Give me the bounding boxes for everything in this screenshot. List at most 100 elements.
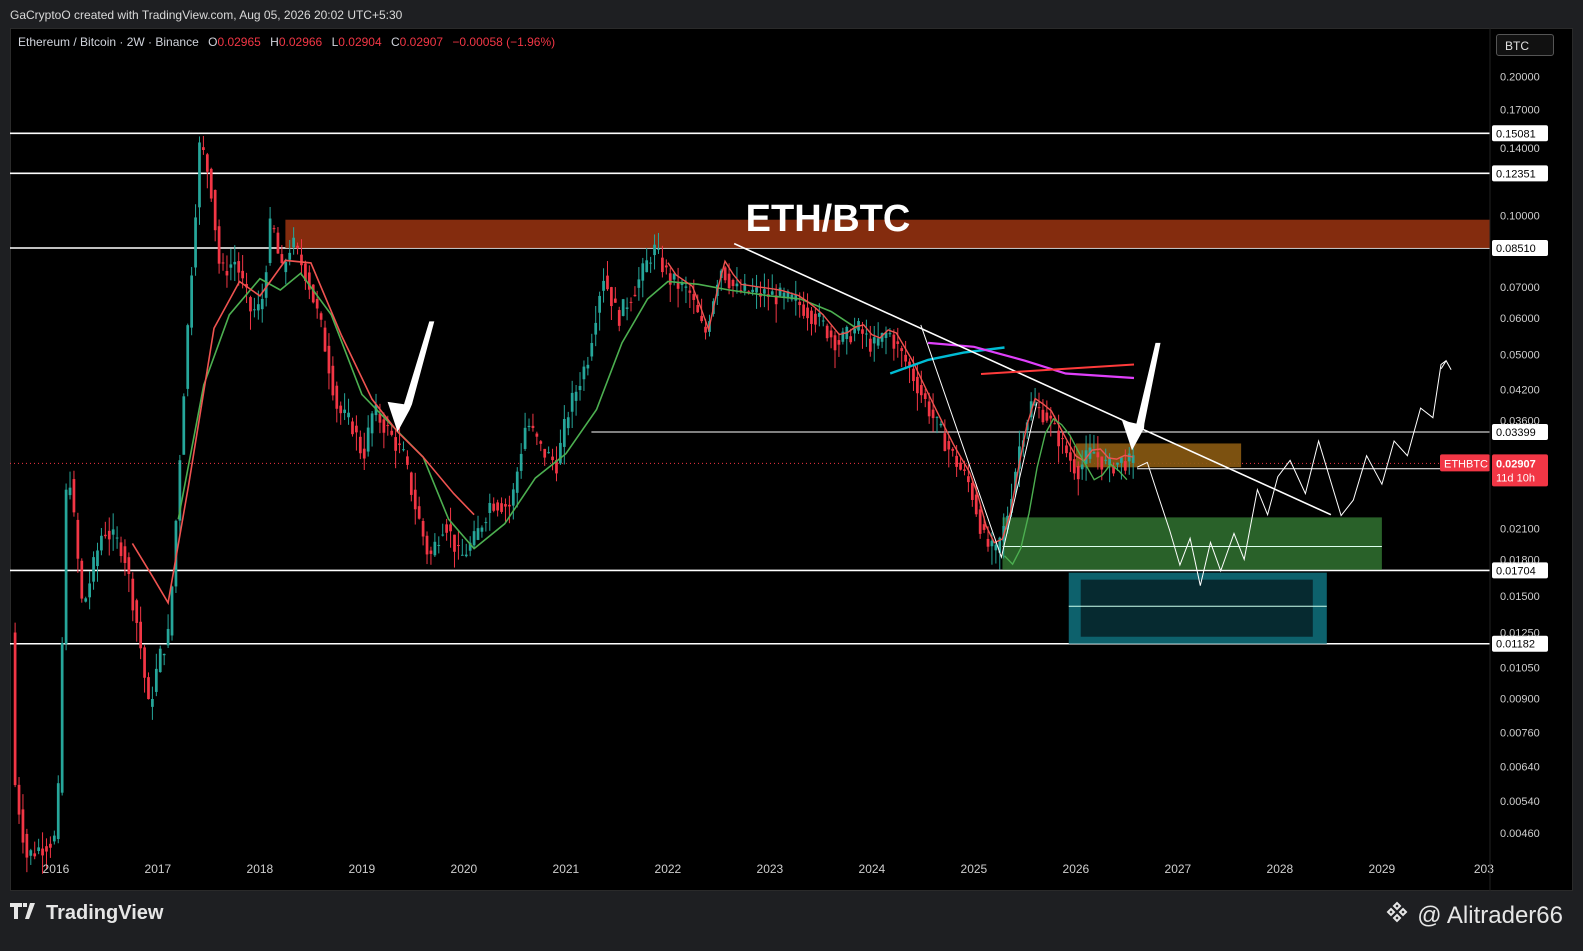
candle-body — [472, 531, 476, 546]
candle-body — [284, 262, 288, 273]
candle-body — [394, 437, 397, 451]
y-tick-label: 0.01800 — [1500, 554, 1540, 566]
binance-icon — [1385, 900, 1409, 931]
countdown-tag: 11d 10h — [1496, 472, 1535, 484]
candle-body — [260, 298, 264, 310]
candle-body — [276, 232, 280, 254]
high-label: H — [270, 35, 279, 49]
level-label: 0.12351 — [1496, 168, 1536, 180]
candle-body — [56, 783, 60, 840]
candle-body — [398, 443, 401, 445]
candle-body — [876, 338, 880, 346]
candle-body — [927, 401, 931, 417]
y-tick-label: 0.01250 — [1500, 628, 1540, 640]
candle-body — [912, 368, 915, 382]
candle-body — [409, 472, 413, 495]
candle-body — [970, 482, 974, 500]
projection-arrowhead — [1440, 359, 1452, 370]
candle-body — [123, 546, 127, 563]
candle-body — [735, 283, 739, 287]
candle-body — [602, 280, 605, 291]
candle-body — [72, 479, 76, 513]
candle-body — [496, 502, 499, 511]
y-tick-label: 0.14000 — [1500, 143, 1540, 155]
candle-body — [814, 313, 817, 325]
candle-body — [527, 425, 531, 428]
price-chart[interactable]: 0.150810.123510.085100.033990.028290.017… — [10, 28, 1573, 891]
candle-body — [256, 304, 260, 311]
candle-body — [661, 257, 664, 273]
candle-body — [821, 320, 825, 322]
candle-body — [480, 527, 484, 532]
candle-body — [802, 304, 805, 316]
candle-body — [139, 621, 142, 649]
x-tick-label: 2029 — [1369, 862, 1396, 876]
candle-body — [45, 846, 48, 852]
candle-body — [484, 522, 488, 524]
candle-body — [668, 273, 672, 285]
candle-body — [1041, 409, 1045, 423]
level-label: 0.15081 — [1496, 128, 1536, 140]
annotation-arrow — [387, 321, 435, 432]
candle-body — [892, 334, 896, 349]
candle-body — [967, 476, 970, 483]
candle-body — [366, 427, 370, 452]
candle-body — [1061, 438, 1064, 440]
y-tick-label: 0.00640 — [1500, 762, 1540, 774]
candle-body — [233, 261, 237, 265]
candle-body — [166, 628, 170, 646]
candle-body — [370, 413, 374, 434]
candle-body — [41, 848, 44, 856]
candle-body — [1127, 453, 1131, 462]
candle-body — [131, 578, 135, 611]
candle-body — [1096, 452, 1100, 458]
y-tick-label: 0.02100 — [1500, 524, 1540, 536]
candle-body — [566, 417, 570, 429]
top-bar: GaCryptoO created with TradingView.com, … — [0, 0, 1583, 28]
candle-body — [535, 433, 539, 437]
y-axis: 0.150810.123510.085100.033990.028290.017… — [1440, 35, 1548, 840]
candle-body — [1072, 459, 1076, 474]
candle-body — [1080, 464, 1084, 470]
candle-body — [460, 554, 464, 556]
x-tick-label: 2019 — [349, 862, 376, 876]
candle-body — [1100, 456, 1104, 470]
candle-body — [351, 421, 354, 435]
y-tick-label: 0.05000 — [1500, 350, 1540, 362]
candle-body — [68, 487, 72, 496]
candle-body — [194, 217, 197, 268]
price-tag: 0.02907 — [1496, 458, 1536, 470]
candle-body — [590, 342, 594, 357]
currency-button[interactable]: BTC — [1496, 34, 1554, 56]
candle-body — [1053, 423, 1057, 425]
candle-body — [723, 267, 727, 281]
candle-body — [170, 586, 174, 636]
candle-body — [382, 419, 386, 433]
x-tick-label: 203 — [1474, 862, 1494, 876]
candle-body — [916, 376, 919, 394]
candle-body — [347, 412, 350, 418]
y-tick-label: 0.03600 — [1500, 415, 1540, 427]
y-tick-label: 0.00900 — [1500, 693, 1540, 705]
candle-body — [158, 648, 162, 673]
candle-body — [80, 560, 84, 599]
candle-body — [751, 289, 754, 292]
candle-body — [1045, 412, 1049, 421]
candle-body — [982, 524, 986, 530]
ema-slow-late-line — [667, 259, 1134, 544]
candle-body — [445, 524, 448, 533]
candle-body — [688, 290, 692, 293]
candle-body — [963, 469, 966, 471]
candle-body — [853, 329, 856, 334]
tradingview-logo[interactable]: TradingView — [10, 902, 163, 925]
candle-body — [323, 327, 327, 352]
candle-body — [896, 341, 900, 344]
candle-body — [653, 244, 656, 256]
candle-body — [76, 519, 80, 559]
y-tick-label: 0.07000 — [1500, 282, 1540, 294]
zone-support — [1002, 517, 1382, 570]
candle-body — [1123, 461, 1127, 471]
candle-body — [923, 393, 927, 399]
candle-body — [559, 442, 562, 464]
watermark-text: @ Alitrader66 — [1417, 901, 1563, 929]
